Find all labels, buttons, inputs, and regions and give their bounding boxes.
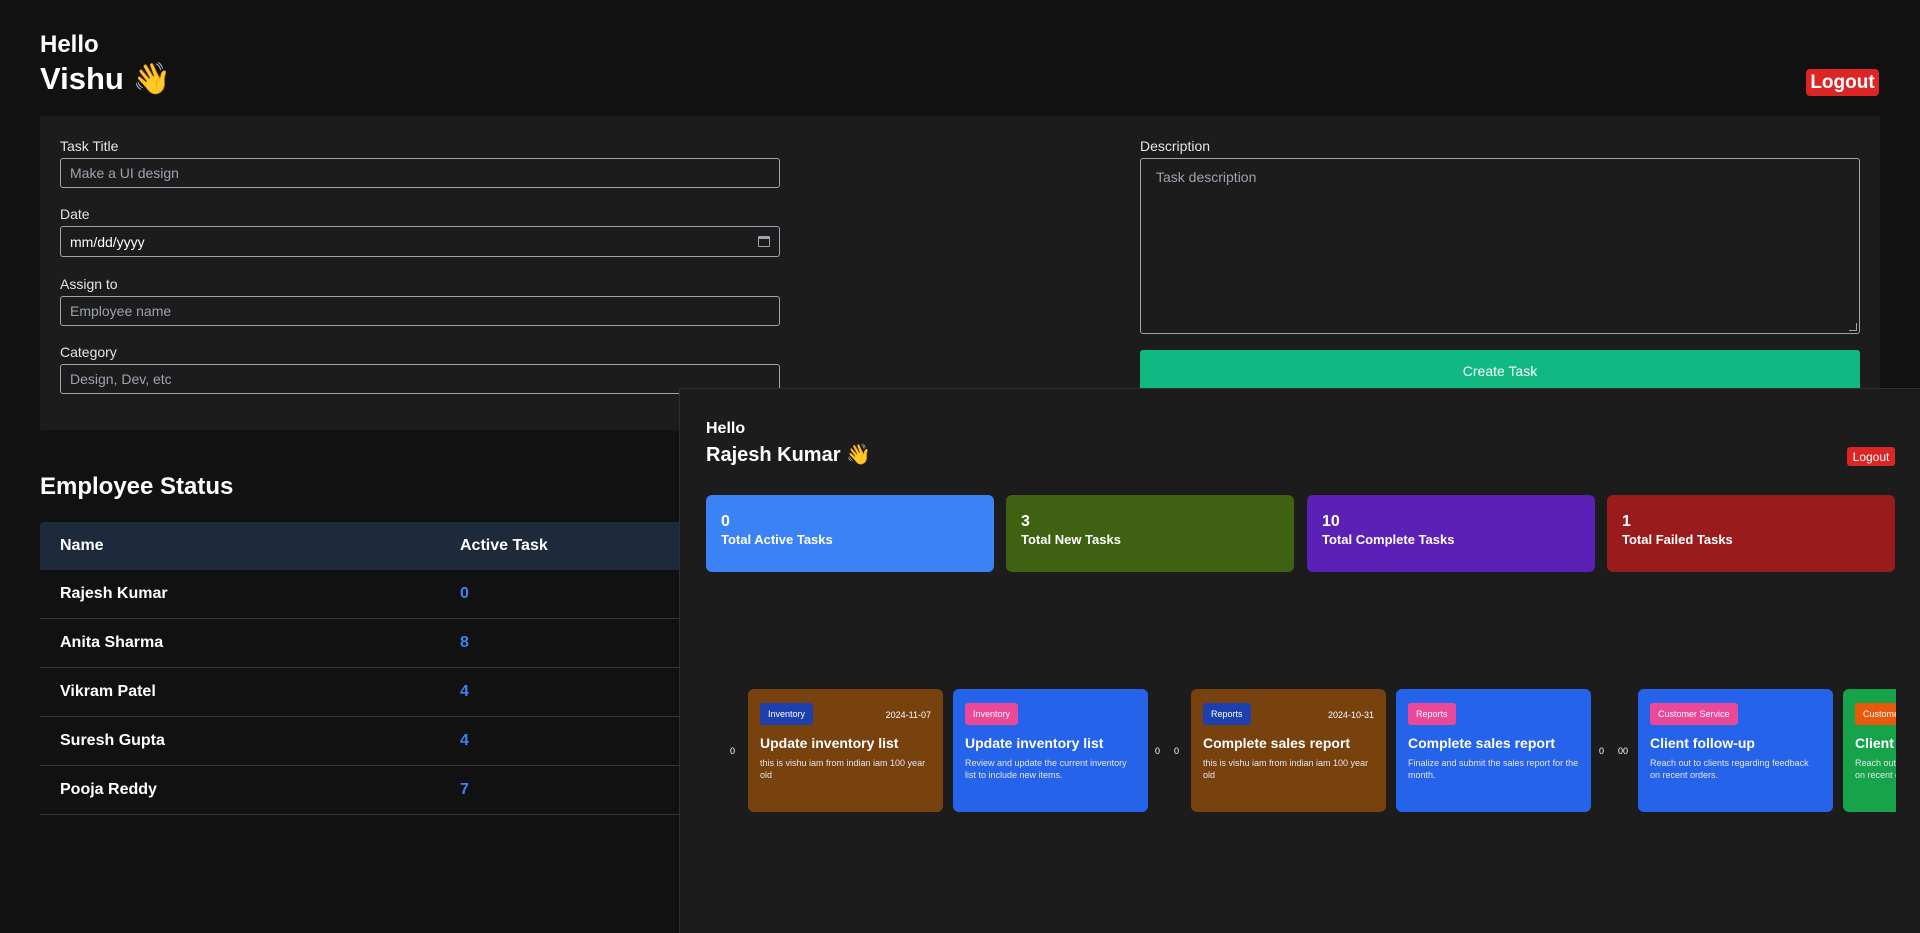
stat-card-failed: 1 Total Failed Tasks xyxy=(1607,495,1895,572)
stat-card-active: 0 Total Active Tasks xyxy=(706,495,994,572)
stat-value: 10 xyxy=(1322,513,1340,530)
create-task-button[interactable]: Create Task xyxy=(1140,350,1860,392)
task-title: Complete sales report xyxy=(1203,735,1351,751)
table-row: Pooja Reddy 7 xyxy=(40,766,680,815)
create-task-form: Task Title Date mm/dd/yyyy Assign to Cat… xyxy=(40,116,1880,430)
stray-text: 0 xyxy=(730,746,736,756)
active-task-count: 8 xyxy=(460,634,469,651)
stat-value: 1 xyxy=(1622,513,1631,530)
table-row: Vikram Patel 4 xyxy=(40,668,680,717)
stat-label: Total Complete Tasks xyxy=(1322,532,1455,547)
task-title: Client follow-up xyxy=(1650,735,1755,751)
task-date: 2024-10-31 xyxy=(1327,710,1374,720)
active-task-count: 4 xyxy=(460,732,469,749)
calendar-icon[interactable] xyxy=(758,236,770,247)
greeting-hello: Hello xyxy=(40,31,99,58)
task-card[interactable]: Inventory 2024-11-07 Update inventory li… xyxy=(748,689,943,812)
stat-card-new: 3 Total New Tasks xyxy=(1006,495,1294,572)
wave-hand-icon: 👋 xyxy=(132,61,172,96)
task-description: Finalize and submit the sales report for… xyxy=(1408,758,1579,780)
wave-hand-icon: 👋 xyxy=(846,444,871,466)
task-description: this is vishu iam from indian iam 100 ye… xyxy=(760,758,926,780)
date-value: mm/dd/yyyy xyxy=(70,233,145,250)
task-title-label: Task Title xyxy=(60,138,119,154)
stat-label: Total New Tasks xyxy=(1021,532,1121,547)
stray-text: 0 xyxy=(1155,746,1161,756)
stray-text: 00 xyxy=(1618,746,1629,756)
category-badge: Reports xyxy=(1203,703,1251,725)
task-title: Client follow-up xyxy=(1855,735,1896,751)
employee-name: Suresh Gupta xyxy=(60,732,165,749)
table-header: Name Active Task xyxy=(40,522,680,570)
stat-card-complete: 10 Total Complete Tasks xyxy=(1307,495,1595,572)
category-badge: Reports xyxy=(1408,703,1456,725)
column-header-active-task: Active Task xyxy=(460,537,548,554)
stat-value: 0 xyxy=(721,513,730,530)
active-task-count: 0 xyxy=(460,585,469,602)
employee-status-title: Employee Status xyxy=(40,473,234,500)
task-card[interactable]: Inventory Update inventory list Review a… xyxy=(953,689,1148,812)
description-placeholder: Task description xyxy=(1156,169,1257,185)
logout-button[interactable]: Logout xyxy=(1806,69,1879,96)
employee-name: Vikram Patel xyxy=(60,683,156,700)
stray-text: 0 xyxy=(1174,746,1180,756)
assign-to-input[interactable] xyxy=(60,296,780,326)
description-label: Description xyxy=(1140,138,1211,154)
admin-greeting: Hello Vishu 👋 xyxy=(40,30,171,98)
date-label: Date xyxy=(60,206,90,222)
column-header-name: Name xyxy=(60,537,104,554)
employee-greeting-hello: Hello xyxy=(706,420,746,437)
employee-name: Rajesh Kumar xyxy=(60,585,168,602)
employee-greeting-name-row: Rajesh Kumar 👋 xyxy=(706,442,871,467)
task-title-input[interactable] xyxy=(60,158,780,188)
active-task-count: 4 xyxy=(460,683,469,700)
employee-status-table: Name Active Task Rajesh Kumar 0 Anita Sh… xyxy=(40,522,680,815)
category-badge: Inventory xyxy=(965,703,1019,725)
task-list-scroller[interactable]: 0 0 0 0 00 Inventory 2024-11-07 Update i… xyxy=(680,689,1896,814)
category-label: Category xyxy=(60,344,117,360)
task-description: Reach out to clients regarding feedback … xyxy=(1855,758,1896,780)
active-task-count: 7 xyxy=(460,781,469,798)
employee-dashboard-panel: Hello Rajesh Kumar 👋 Logout 0 Total Acti… xyxy=(679,388,1920,933)
task-date: 2024-11-07 xyxy=(885,710,931,720)
stray-text: 0 xyxy=(1599,746,1605,756)
category-badge: Customer Service xyxy=(1855,703,1896,725)
task-title: Update inventory list xyxy=(965,735,1104,751)
table-row: Rajesh Kumar 0 xyxy=(40,570,680,619)
task-card[interactable]: Customer Service Client follow-up Reach … xyxy=(1843,689,1896,812)
task-description: Reach out to clients regarding feedback … xyxy=(1650,758,1809,780)
stat-value: 3 xyxy=(1021,513,1030,530)
employee-name: Anita Sharma xyxy=(60,634,164,651)
table-row: Suresh Gupta 4 xyxy=(40,717,680,766)
task-description: this is vishu iam from indian iam 100 ye… xyxy=(1203,758,1369,780)
task-card[interactable]: Reports Complete sales report Finalize a… xyxy=(1396,689,1591,812)
task-title: Update inventory list xyxy=(760,735,899,751)
employee-name: Pooja Reddy xyxy=(60,781,157,798)
description-textarea[interactable]: Task description xyxy=(1140,158,1860,334)
date-input[interactable]: mm/dd/yyyy xyxy=(60,226,780,257)
task-card[interactable]: Customer Service Client follow-up Reach … xyxy=(1638,689,1833,812)
employee-name-heading: Rajesh Kumar xyxy=(706,444,841,466)
category-input[interactable] xyxy=(60,364,780,394)
task-card[interactable]: Reports 2024-10-31 Complete sales report… xyxy=(1191,689,1386,812)
admin-name: Vishu xyxy=(40,61,124,96)
category-badge: Customer Service xyxy=(1650,703,1738,725)
task-description: Review and update the current inventory … xyxy=(965,758,1127,780)
task-title: Complete sales report xyxy=(1408,735,1556,751)
category-badge: Inventory xyxy=(760,703,814,725)
resize-handle-icon[interactable] xyxy=(1849,323,1857,331)
stat-label: Total Active Tasks xyxy=(721,532,833,547)
stat-label: Total Failed Tasks xyxy=(1622,532,1733,547)
assign-to-label: Assign to xyxy=(60,276,118,292)
employee-logout-button[interactable]: Logout xyxy=(1847,447,1895,466)
greeting-name-row: Vishu 👋 xyxy=(40,60,171,98)
table-row: Anita Sharma 8 xyxy=(40,619,680,668)
